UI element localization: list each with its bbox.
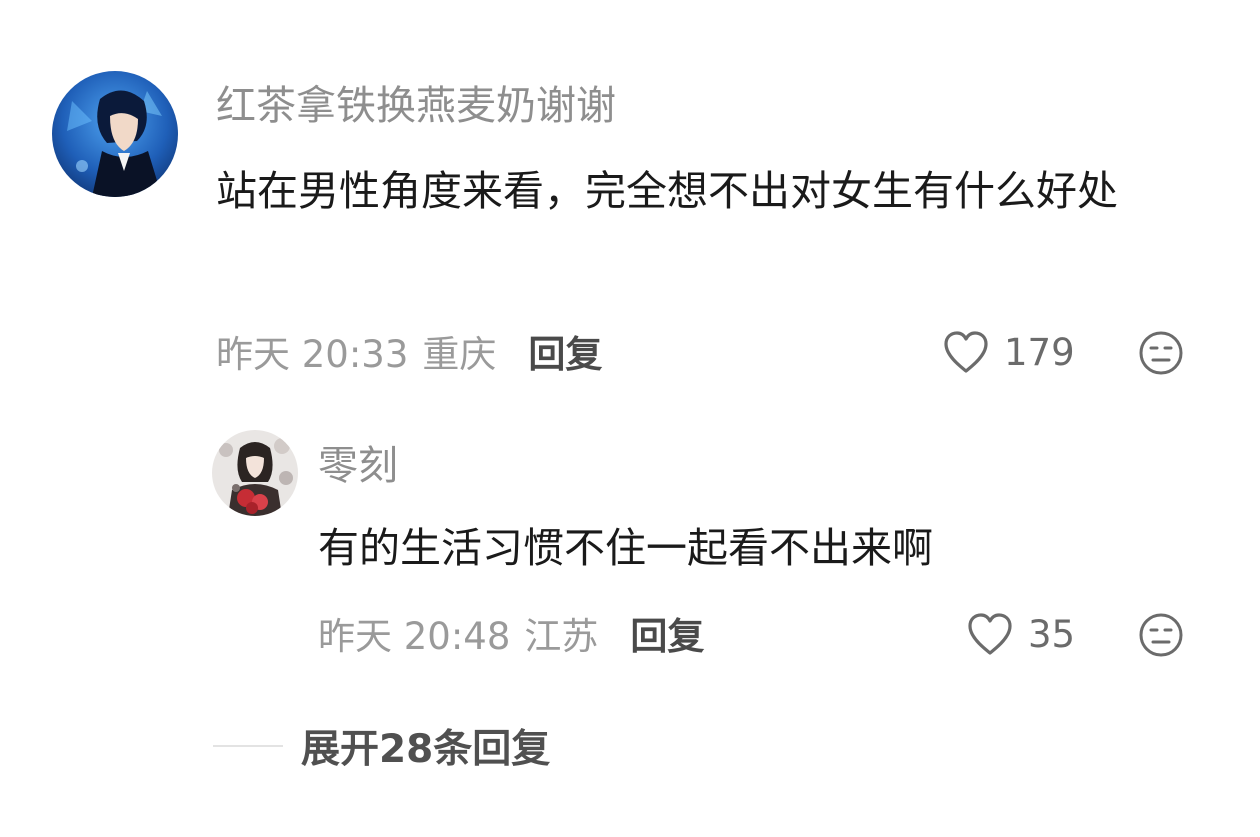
comment-text: 站在男性角度来看，完全想不出对女生有什么好处 <box>216 167 1118 215</box>
anime-girl-flowers-avatar-icon <box>212 430 298 516</box>
heart-outline-icon <box>944 331 988 373</box>
like-count: 35 <box>1028 612 1076 656</box>
reply-time: 昨天 20:48 <box>318 615 511 658</box>
like-count: 179 <box>1004 330 1075 374</box>
comment-time: 昨天 20:33 <box>216 333 409 376</box>
comment-thread: 红茶拿铁换燕麦奶谢谢 站在男性角度来看，完全想不出对女生有什么好处 昨天 20:… <box>0 0 1260 837</box>
expand-replies-button[interactable]: 展开28条回复 <box>213 718 550 774</box>
reply-item: 零刻 有的生活习惯不住一起看不出来啊 昨天 20:48 江苏 回复 35 <box>0 400 1260 690</box>
meh-face-icon <box>1139 331 1183 375</box>
reply-location: 江苏 <box>524 615 599 658</box>
user-avatar[interactable] <box>212 430 298 516</box>
like-button[interactable]: 179 <box>942 326 1075 378</box>
dislike-button[interactable] <box>1137 329 1185 377</box>
reply-button[interactable]: 回复 <box>528 324 602 378</box>
reply-meta: 昨天 20:48 江苏 回复 <box>318 607 704 659</box>
anime-boy-blue-avatar-icon <box>52 71 178 197</box>
reply-button[interactable]: 回复 <box>630 606 704 660</box>
comment-meta: 昨天 20:33 重庆 回复 <box>216 325 602 377</box>
reply-username[interactable]: 零刻 <box>318 440 398 492</box>
like-button[interactable]: 35 <box>966 608 1075 660</box>
comment-username[interactable]: 红茶拿铁换燕麦奶谢谢 <box>216 80 616 132</box>
heart-outline-icon <box>968 613 1012 655</box>
divider-line <box>213 745 283 747</box>
dislike-button[interactable] <box>1137 611 1185 659</box>
comment-location: 重庆 <box>422 333 497 376</box>
meh-face-icon <box>1139 613 1183 657</box>
user-avatar[interactable] <box>52 71 178 197</box>
expand-replies-label: 展开28条回复 <box>301 727 551 772</box>
comment-item: 红茶拿铁换燕麦奶谢谢 站在男性角度来看，完全想不出对女生有什么好处 昨天 20:… <box>0 0 1260 400</box>
reply-text: 有的生活习惯不住一起看不出来啊 <box>318 524 933 572</box>
